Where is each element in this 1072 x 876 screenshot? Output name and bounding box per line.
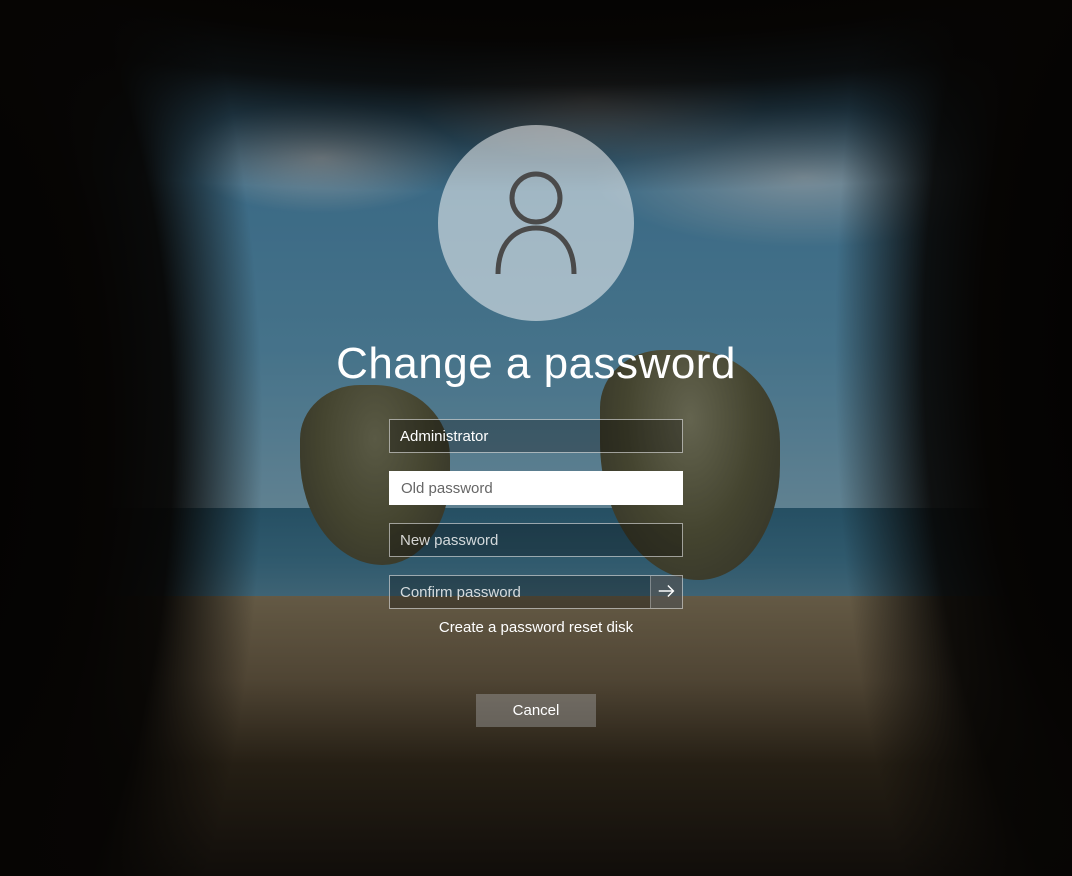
- cancel-button[interactable]: Cancel: [476, 694, 596, 727]
- password-form: [389, 419, 683, 609]
- confirm-password-field[interactable]: [389, 575, 683, 609]
- change-password-panel: Change a password Create a password r: [0, 0, 1072, 876]
- new-password-field-wrap: [389, 523, 683, 557]
- old-password-field-wrap: [389, 471, 683, 505]
- username-field-wrap: [389, 419, 683, 453]
- confirm-password-field-wrap: [389, 575, 683, 609]
- user-avatar: [438, 125, 634, 321]
- new-password-field[interactable]: [389, 523, 683, 557]
- arrow-right-icon: [656, 580, 678, 605]
- create-reset-disk-link[interactable]: Create a password reset disk: [439, 619, 633, 636]
- user-icon: [486, 166, 586, 281]
- old-password-field[interactable]: [389, 471, 683, 505]
- username-field[interactable]: [389, 419, 683, 453]
- submit-button[interactable]: [650, 576, 682, 608]
- page-title: Change a password: [336, 339, 736, 389]
